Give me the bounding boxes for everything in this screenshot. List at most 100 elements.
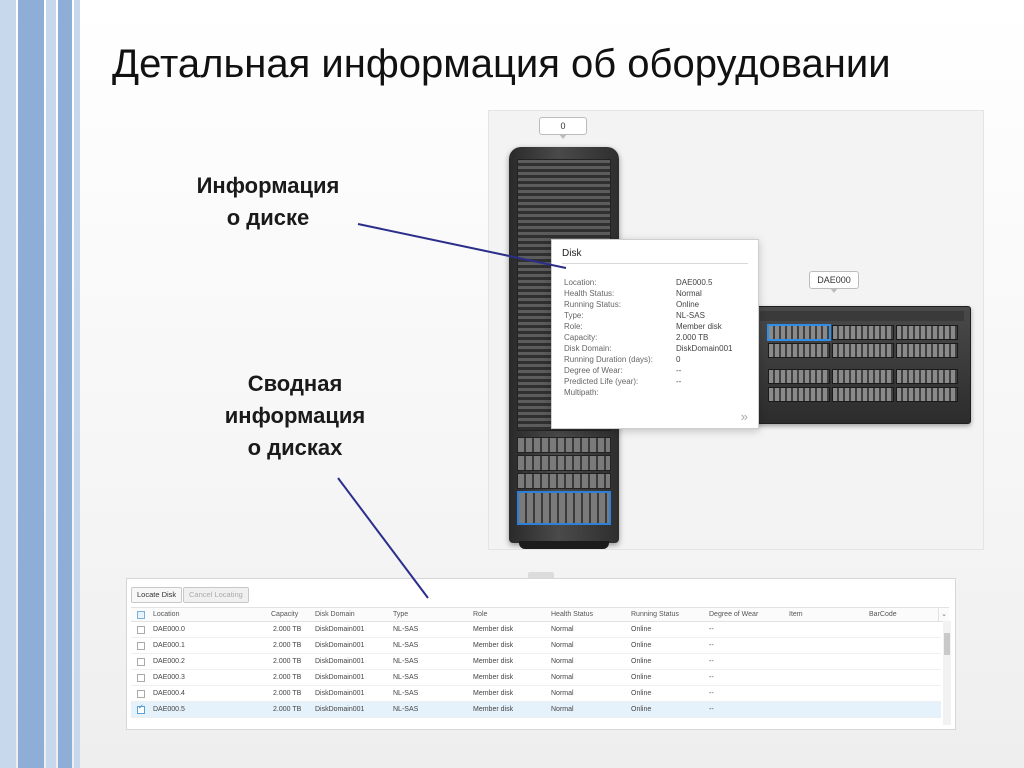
column-header[interactable]: Role: [473, 608, 487, 621]
cell-location: DAE000.5: [153, 706, 185, 713]
table-row[interactable]: DAE000.4 2.000 TB DiskDomain001 NL-SAS M…: [131, 686, 941, 702]
cell-running-status: Online: [631, 674, 652, 681]
column-menu-icon[interactable]: ⌄: [938, 608, 949, 621]
expand-more-icon[interactable]: »: [741, 409, 748, 424]
row-checkbox[interactable]: [137, 642, 145, 650]
cell-capacity: 2.000 TB: [273, 626, 302, 633]
locate-disk-button[interactable]: Locate Disk: [131, 587, 183, 603]
rack-unit[interactable]: [517, 437, 611, 453]
enclosure-top: [760, 311, 964, 321]
cell-disk-domain: DiskDomain001: [315, 690, 365, 697]
cancel-locating-button[interactable]: Cancel Locating: [183, 587, 249, 603]
cell-capacity: 2.000 TB: [273, 674, 302, 681]
disk-slot[interactable]: [768, 369, 830, 384]
rack-unit[interactable]: [517, 455, 611, 471]
enclosure-tag[interactable]: DAE000: [809, 271, 859, 293]
slide-title: Детальная информация об оборудовании: [112, 42, 891, 86]
popup-field: Running Duration (days): 0: [564, 355, 754, 366]
row-checkbox-checked[interactable]: [137, 703, 145, 714]
cell-role: Member disk: [473, 706, 514, 713]
row-checkbox[interactable]: [137, 626, 145, 634]
disk-slot[interactable]: [896, 369, 958, 384]
column-header[interactable]: Running Status: [631, 608, 679, 621]
cell-health-status: Normal: [551, 690, 574, 697]
grid-scrollbar[interactable]: [943, 621, 951, 725]
disk-slot[interactable]: [768, 343, 830, 358]
popup-field: Capacity: 2.000 TB: [564, 333, 754, 344]
cell-running-status: Online: [631, 642, 652, 649]
popup-field-label: Role:: [564, 322, 583, 331]
cell-type: NL-SAS: [393, 674, 419, 681]
popup-field: Multipath:: [564, 388, 754, 399]
cell-running-status: Online: [631, 706, 652, 713]
disk-slot[interactable]: [896, 343, 958, 358]
column-header[interactable]: BarCode: [869, 608, 897, 621]
column-header[interactable]: Capacity: [271, 608, 298, 621]
cell-degree-of-wear: --: [709, 658, 714, 665]
disk-slot[interactable]: [832, 343, 894, 358]
table-row[interactable]: DAE000.2 2.000 TB DiskDomain001 NL-SAS M…: [131, 654, 941, 670]
cell-role: Member disk: [473, 626, 514, 633]
cell-location: DAE000.2: [153, 658, 185, 665]
popup-field: Type: NL-SAS: [564, 311, 754, 322]
disk-slot[interactable]: [832, 325, 894, 340]
cell-degree-of-wear: --: [709, 690, 714, 697]
disk-slot[interactable]: [896, 325, 958, 340]
cell-capacity: 2.000 TB: [273, 658, 302, 665]
cell-degree-of-wear: --: [709, 706, 714, 713]
popup-field-value: Normal: [676, 289, 702, 298]
rack-unit[interactable]: [517, 473, 611, 489]
table-row-selected[interactable]: DAE000.5 2.000 TB DiskDomain001 NL-SAS M…: [131, 702, 941, 718]
select-all-checkbox[interactable]: [137, 611, 145, 619]
column-header[interactable]: Disk Domain: [315, 608, 355, 621]
disk-slot[interactable]: [832, 369, 894, 384]
device-view-panel: 0 DAE000 Disk Location: DAE000.5 Health S…: [488, 110, 984, 550]
table-row[interactable]: DAE000.3 2.000 TB DiskDomain001 NL-SAS M…: [131, 670, 941, 686]
popup-field-label: Degree of Wear:: [564, 366, 623, 375]
cell-location: DAE000.1: [153, 642, 185, 649]
row-checkbox[interactable]: [137, 690, 145, 698]
cell-role: Member disk: [473, 642, 514, 649]
column-header[interactable]: Degree of Wear: [709, 608, 758, 621]
scrollbar-thumb[interactable]: [944, 633, 950, 655]
popup-field: Role: Member disk: [564, 322, 754, 333]
popup-field-value: Member disk: [676, 322, 722, 331]
cell-role: Member disk: [473, 674, 514, 681]
cell-location: DAE000.4: [153, 690, 185, 697]
popup-field-value: 2.000 TB: [676, 333, 709, 342]
cell-running-status: Online: [631, 690, 652, 697]
cell-health-status: Normal: [551, 674, 574, 681]
disk-enclosure[interactable]: [753, 306, 971, 424]
popup-title: Disk: [562, 248, 748, 264]
column-header[interactable]: Item: [789, 608, 803, 621]
row-checkbox[interactable]: [137, 674, 145, 682]
callout-disk-info: Информация о диске: [196, 173, 340, 230]
popup-field-label: Running Duration (days):: [564, 355, 653, 364]
disk-slot-selected[interactable]: [768, 325, 830, 340]
cell-location: DAE000.3: [153, 674, 185, 681]
popup-field-label: Disk Domain:: [564, 344, 612, 353]
popup-field-value: DAE000.5: [676, 278, 713, 287]
column-header[interactable]: Location: [153, 608, 179, 621]
disk-slot[interactable]: [832, 387, 894, 402]
rack-base: [519, 541, 609, 549]
row-checkbox[interactable]: [137, 658, 145, 666]
popup-field-label: Location:: [564, 278, 597, 287]
cell-role: Member disk: [473, 658, 514, 665]
cell-disk-domain: DiskDomain001: [315, 626, 365, 633]
decor-stripe: [0, 0, 16, 768]
popup-field-value: DiskDomain001: [676, 344, 733, 353]
table-row[interactable]: DAE000.1 2.000 TB DiskDomain001 NL-SAS M…: [131, 638, 941, 654]
column-header[interactable]: Type: [393, 608, 408, 621]
rack-unit-selected[interactable]: [517, 491, 611, 525]
decor-stripe: [46, 0, 56, 768]
table-row[interactable]: DAE000.0 2.000 TB DiskDomain001 NL-SAS M…: [131, 622, 941, 638]
cell-role: Member disk: [473, 690, 514, 697]
cell-health-status: Normal: [551, 706, 574, 713]
column-header[interactable]: Health Status: [551, 608, 593, 621]
rack-tag[interactable]: 0: [539, 117, 587, 139]
decor-stripe: [18, 0, 44, 768]
disk-slot[interactable]: [896, 387, 958, 402]
cell-health-status: Normal: [551, 626, 574, 633]
disk-slot[interactable]: [768, 387, 830, 402]
